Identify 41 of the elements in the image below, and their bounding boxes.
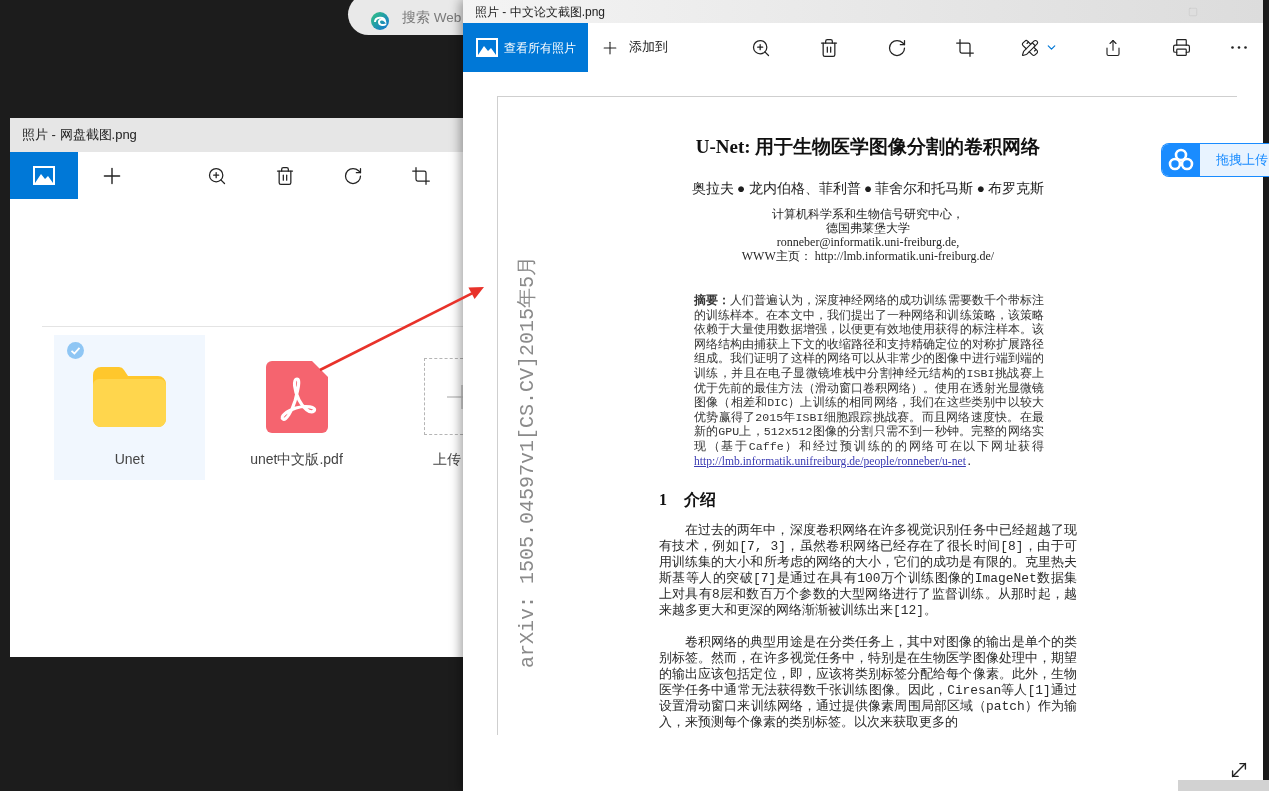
pdf-file-icon — [265, 361, 328, 433]
affiliation-line: 德国弗莱堡大学 — [826, 221, 910, 235]
margin-note: arXiv: 1505.04597v1[CS.CV]2015年5月 — [516, 256, 540, 669]
trash-icon — [819, 37, 839, 58]
window-title: 照片 - 中文论文截图.png — [475, 3, 606, 21]
printer-icon — [1171, 38, 1191, 57]
pencil-ruler-icon — [1020, 38, 1039, 57]
all-photos-button[interactable] — [10, 152, 78, 199]
plus-icon — [447, 384, 463, 409]
swirl-logo-icon — [371, 12, 389, 30]
paper-link[interactable]: http://lmb.informatik.unifreiburg.de/people/ronneber/u-net — [694, 454, 966, 468]
rings-logo-icon — [1162, 144, 1200, 176]
crop-icon — [955, 37, 975, 58]
folder-tile[interactable]: Unet — [54, 335, 205, 480]
picture-icon — [476, 38, 498, 57]
more-icon — [1231, 46, 1247, 49]
abstract-paragraph: 摘要：人们普遍认为，深度神经网络的成功训练需要数千个带标注的训练样本。在本文中，我们提出了一种网络和训练策略，该策略依赖于大量使用数据增强，以便更有效地使用获得的标注样本。该网络结构由捕获上下文的收缩路径和支持精确定位的对称扩展路径组成。我们证明了这样的网络可以从非常少的图像中进行端到端的训练，并且在电子显微镜堆栈中分割神经元结构的ISBI挑战赛上优于先前的最佳方法（滑动窗口卷积网络）。使用在透射光显微镜图像（相差和DIC）上训练的相同网络，我们在这些类别中以较大优势赢得了2015年ISBI细胞跟踪挑战赛。而且网络速度快。在最新的GPU上，512x512图像的分割只需不到一秒钟。完整的网络实现（基于Caffe）和经过预训练的的网络可在以下网址获得 http://lmb.informatik.unifreiburg.de/people/ronneber/u-net. — [694, 294, 1044, 470]
paper-title: U-Net: 用于生物医学图像分割的卷积网络 — [694, 136, 1042, 158]
rotate-icon — [343, 165, 363, 186]
folder-icon — [93, 367, 166, 427]
add-to-button[interactable]: 添加到 — [588, 23, 684, 72]
body-paragraph: 在过去的两年中，深度卷积网络在许多视觉识别任务中已经超越了现有技术，例如[7, 3]，虽然卷积网络已经存在了很长时间[8]，由于可用训练集的大小和所考虑的网络的大小，它们的成功是有限的。克里热夫斯基等人的突破[7]是通过在具有100万个训练图像的ImageNet数据集上对具有8层和数百万个参数的大型网络进行了监督训练。从那时起，越来越多更大和更深的网络渐渐被训练出来[12]。 — [659, 523, 1077, 620]
trash-icon — [275, 165, 295, 186]
affiliation-line: WWW主页： http://lmb.informatik.uni-freiburg.de/ — [741, 249, 995, 263]
picture-icon — [33, 166, 55, 185]
crop-icon — [411, 165, 431, 186]
check-circle-icon — [67, 342, 84, 359]
window-title: 照片 - 网盘截图.png — [22, 126, 137, 145]
affiliation-line: ronneber@informatik.uni-freiburg.de, — [776, 235, 960, 249]
search-field[interactable]: 搜索 Web — [348, 0, 463, 35]
author-list: 奥拉夫 ● 龙内伯格、菲利普 ● 菲舍尔和托马斯 ● 布罗克斯 — [659, 180, 1077, 198]
all-photos-button[interactable]: 查看所有照片 — [463, 23, 588, 72]
rotate-icon — [887, 37, 907, 58]
section-title: 介绍 — [684, 490, 716, 511]
section-number: 1 — [659, 490, 667, 511]
body-paragraph: 卷积网络的典型用途是在分类任务上，其中对图像的输出是单个的类别标签。然而，在许多视觉任务中，特别是在生物医学图像处理中，期望的输出应该包括定位，即，应该将类别标签分配给每个像素。此外，生物医学任务中通常无法获得数千张训练图像。因此，Ciresan等人[1]通过设置滑动窗口来训练网络，通过提供像素周围局部区域（patch）作为输入，来预测每个像素的类别标签。以次来获取更多的 — [659, 635, 1077, 732]
zoom-in-icon — [751, 37, 771, 58]
share-icon — [1104, 38, 1122, 57]
affiliation-line: 计算机科学系和生物信号研究中心， — [772, 207, 964, 221]
file-tile[interactable]: unet中文版.pdf — [221, 335, 372, 480]
zoom-in-icon — [207, 165, 227, 186]
